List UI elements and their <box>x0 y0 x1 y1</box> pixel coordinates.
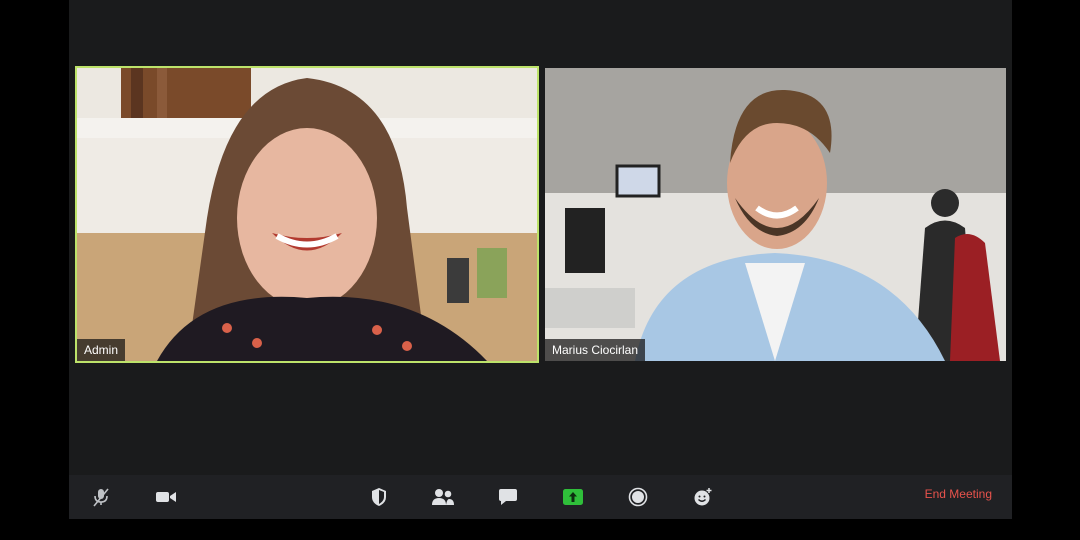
record-icon <box>628 487 648 507</box>
record-button[interactable] <box>622 483 654 511</box>
participant-video-feed <box>77 68 537 361</box>
video-tile-marius-ciocirlan[interactable]: Marius Ciocirlan <box>545 68 1006 361</box>
mute-button[interactable] <box>85 483 117 511</box>
participant-name-tag: Admin <box>77 339 125 361</box>
meeting-toolbar: End Meeting <box>69 475 1012 519</box>
security-shield-icon <box>370 487 388 507</box>
reactions-button[interactable] <box>687 483 719 511</box>
share-screen-button[interactable] <box>557 483 589 511</box>
participants-icon <box>431 488 455 506</box>
microphone-muted-icon <box>90 486 112 508</box>
participant-name-tag: Marius Ciocirlan <box>545 339 645 361</box>
participant-video-feed <box>545 68 1006 361</box>
chat-icon <box>498 488 518 506</box>
video-button[interactable] <box>150 483 182 511</box>
participants-button[interactable] <box>427 483 459 511</box>
video-tile-admin[interactable]: Admin <box>75 66 539 363</box>
share-screen-icon <box>562 488 584 506</box>
chat-button[interactable] <box>492 483 524 511</box>
security-button[interactable] <box>363 483 395 511</box>
reactions-icon <box>693 487 713 507</box>
video-camera-icon <box>155 489 177 505</box>
meeting-window: Admin Marius Ciocirlan <box>69 0 1012 519</box>
end-meeting-button[interactable]: End Meeting <box>925 487 992 501</box>
